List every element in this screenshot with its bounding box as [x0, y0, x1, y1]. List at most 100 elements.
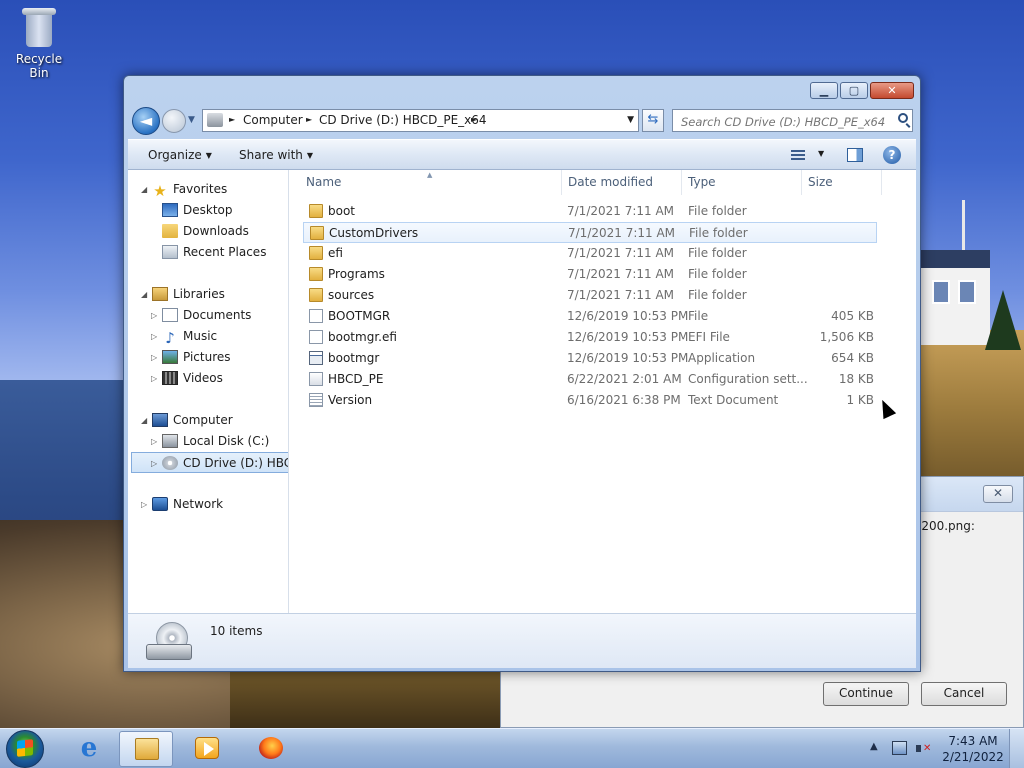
file-row[interactable]: boot 7/1/2021 7:11 AM File folder [303, 201, 877, 222]
navigation-pane[interactable]: ◢ ★ Favorites Desktop Downloads Recent Pl… [128, 170, 289, 613]
expand-icon[interactable]: ▷ [151, 305, 157, 326]
close-button[interactable]: ✕ [870, 82, 914, 99]
file-date-modified: 7/1/2021 7:11 AM [567, 288, 675, 302]
nav-network[interactable]: ▷ Network [141, 494, 223, 515]
file-row[interactable]: BOOTMGR 12/6/2019 10:53 PM File 405 KB [303, 306, 877, 327]
nav-documents[interactable]: ▷ Documents [151, 305, 251, 326]
show-hidden-icons-icon[interactable]: ▲ [870, 741, 878, 752]
change-view-icon[interactable] [791, 150, 805, 161]
taskbar-media-player[interactable] [180, 731, 234, 767]
expand-icon[interactable]: ▷ [151, 431, 157, 452]
collapse-icon[interactable]: ◢ [141, 410, 147, 431]
recent-pages-dropdown[interactable]: ▼ [188, 115, 195, 125]
breadcrumb-separator-icon[interactable]: ► [306, 115, 312, 124]
nav-computer[interactable]: ◢ Computer [141, 410, 233, 431]
folder-icon [309, 288, 323, 302]
folder-icon [309, 204, 323, 218]
nav-videos[interactable]: ▷ Videos [151, 368, 223, 389]
search-input[interactable] [679, 111, 888, 132]
nav-desktop[interactable]: Desktop [162, 200, 233, 221]
taskbar-internet-explorer[interactable]: e [62, 731, 116, 767]
collapse-icon[interactable]: ◢ [141, 284, 147, 305]
organize-label: Organize [148, 148, 202, 162]
search-box [672, 109, 913, 132]
expand-icon[interactable]: ▷ [151, 326, 157, 347]
cd-drive-icon [207, 113, 223, 127]
file-size: 18 KB [838, 372, 874, 386]
firefox-icon [259, 737, 283, 759]
nav-favorites[interactable]: ◢ ★ Favorites [141, 179, 227, 200]
breadcrumb-separator-icon[interactable]: ► [229, 115, 235, 124]
application-icon [309, 351, 323, 365]
file-type: File folder [688, 288, 747, 302]
expand-icon[interactable]: ▷ [151, 347, 157, 368]
nav-music[interactable]: ▷ ♪ Music [151, 326, 217, 347]
share-with-button[interactable]: Share with ▼ [239, 148, 313, 162]
collapse-icon[interactable]: ◢ [141, 179, 147, 200]
config-file-icon [309, 372, 323, 386]
background-dialog-close-button[interactable]: ✕ [983, 485, 1013, 503]
file-type: Text Document [688, 393, 779, 407]
view-options-dropdown-icon[interactable]: ▼ [818, 149, 824, 158]
help-icon[interactable]: ? [883, 146, 901, 164]
cancel-button[interactable]: Cancel [921, 682, 1007, 706]
nav-pictures[interactable]: ▷ Pictures [151, 347, 231, 368]
file-date-modified: 7/1/2021 7:11 AM [567, 246, 675, 260]
file-type: File [688, 309, 709, 323]
nav-libraries[interactable]: ◢ Libraries [141, 284, 225, 305]
nav-local-disk[interactable]: ▷ Local Disk (C:) [151, 431, 269, 452]
show-desktop-button[interactable] [1009, 729, 1024, 768]
column-header-name[interactable]: ▲ Name [289, 170, 562, 195]
file-list[interactable]: ▲ Name Date modified Type Size boot 7/1/2… [289, 170, 916, 613]
file-row[interactable]: Programs 7/1/2021 7:11 AM File folder [303, 264, 877, 285]
breadcrumb-separator-icon[interactable]: ► [471, 115, 477, 124]
file-name: CustomDrivers [329, 226, 419, 240]
refresh-button[interactable]: ⇆ [642, 109, 664, 132]
search-icon[interactable] [898, 113, 908, 123]
taskbar-firefox[interactable] [244, 731, 298, 767]
network-status-icon[interactable] [892, 741, 907, 755]
expand-icon[interactable]: ▷ [141, 494, 147, 515]
file-date-modified: 7/1/2021 7:11 AM [567, 204, 675, 218]
back-button[interactable]: ◄ [132, 107, 160, 135]
hard-drive-icon [162, 434, 178, 448]
file-date-modified: 12/6/2019 10:53 PM [567, 330, 689, 344]
file-row[interactable]: HBCD_PE 6/22/2021 2:01 AM Configuration se… [303, 369, 877, 390]
taskbar-windows-explorer[interactable] [119, 731, 173, 767]
system-clock[interactable]: 7:43 AM 2/21/2022 [940, 733, 1006, 765]
preview-pane-icon[interactable] [847, 148, 863, 162]
file-row[interactable]: Version 6/16/2021 6:38 PM Text Document 1 K… [303, 390, 877, 411]
file-row[interactable]: bootmgr 12/6/2019 10:53 PM Application 654 … [303, 348, 877, 369]
breadcrumb-cd-drive[interactable]: CD Drive (D:) HBCD_PE_x64 [319, 113, 487, 127]
breadcrumb-computer[interactable]: Computer [243, 113, 303, 127]
nav-downloads[interactable]: Downloads [162, 221, 249, 242]
file-type: File folder [689, 226, 748, 240]
details-pane: 10 items [128, 613, 916, 668]
file-type: Configuration sett... [688, 372, 808, 386]
minimize-button[interactable]: ▁ [810, 82, 838, 99]
nav-recent-places[interactable]: Recent Places [162, 242, 266, 263]
organize-button[interactable]: Organize ▼ [148, 148, 212, 162]
nav-cd-drive[interactable]: ▷ CD Drive (D:) HBCD_ [131, 452, 288, 474]
sort-ascending-icon: ▲ [427, 171, 433, 179]
start-button[interactable] [6, 730, 44, 768]
address-dropdown-icon[interactable]: ▼ [627, 115, 634, 125]
address-bar[interactable]: ► Computer ► CD Drive (D:) HBCD_PE_x64 ►… [202, 109, 639, 132]
forward-button[interactable] [162, 109, 186, 133]
file-type: EFI File [688, 330, 730, 344]
file-row[interactable]: efi 7/1/2021 7:11 AM File folder [303, 243, 877, 264]
file-row[interactable]: bootmgr.efi 12/6/2019 10:53 PM EFI File 1,5… [303, 327, 877, 348]
column-header-type[interactable]: Type [682, 170, 802, 195]
column-header-date-modified[interactable]: Date modified [562, 170, 682, 195]
volume-muted-icon[interactable] [916, 741, 932, 756]
column-header-size[interactable]: Size [802, 170, 882, 195]
file-name: HBCD_PE [328, 372, 384, 386]
continue-button[interactable]: Continue [823, 682, 909, 706]
maximize-button[interactable]: ▢ [840, 82, 868, 99]
file-row[interactable]: sources 7/1/2021 7:11 AM File folder [303, 285, 877, 306]
file-row[interactable]: CustomDrivers 7/1/2021 7:11 AM File folder [303, 222, 877, 243]
recycle-bin-shortcut[interactable]: Recycle Bin [6, 6, 72, 80]
expand-icon[interactable]: ▷ [151, 453, 157, 474]
expand-icon[interactable]: ▷ [151, 368, 157, 389]
file-name: sources [328, 288, 375, 302]
